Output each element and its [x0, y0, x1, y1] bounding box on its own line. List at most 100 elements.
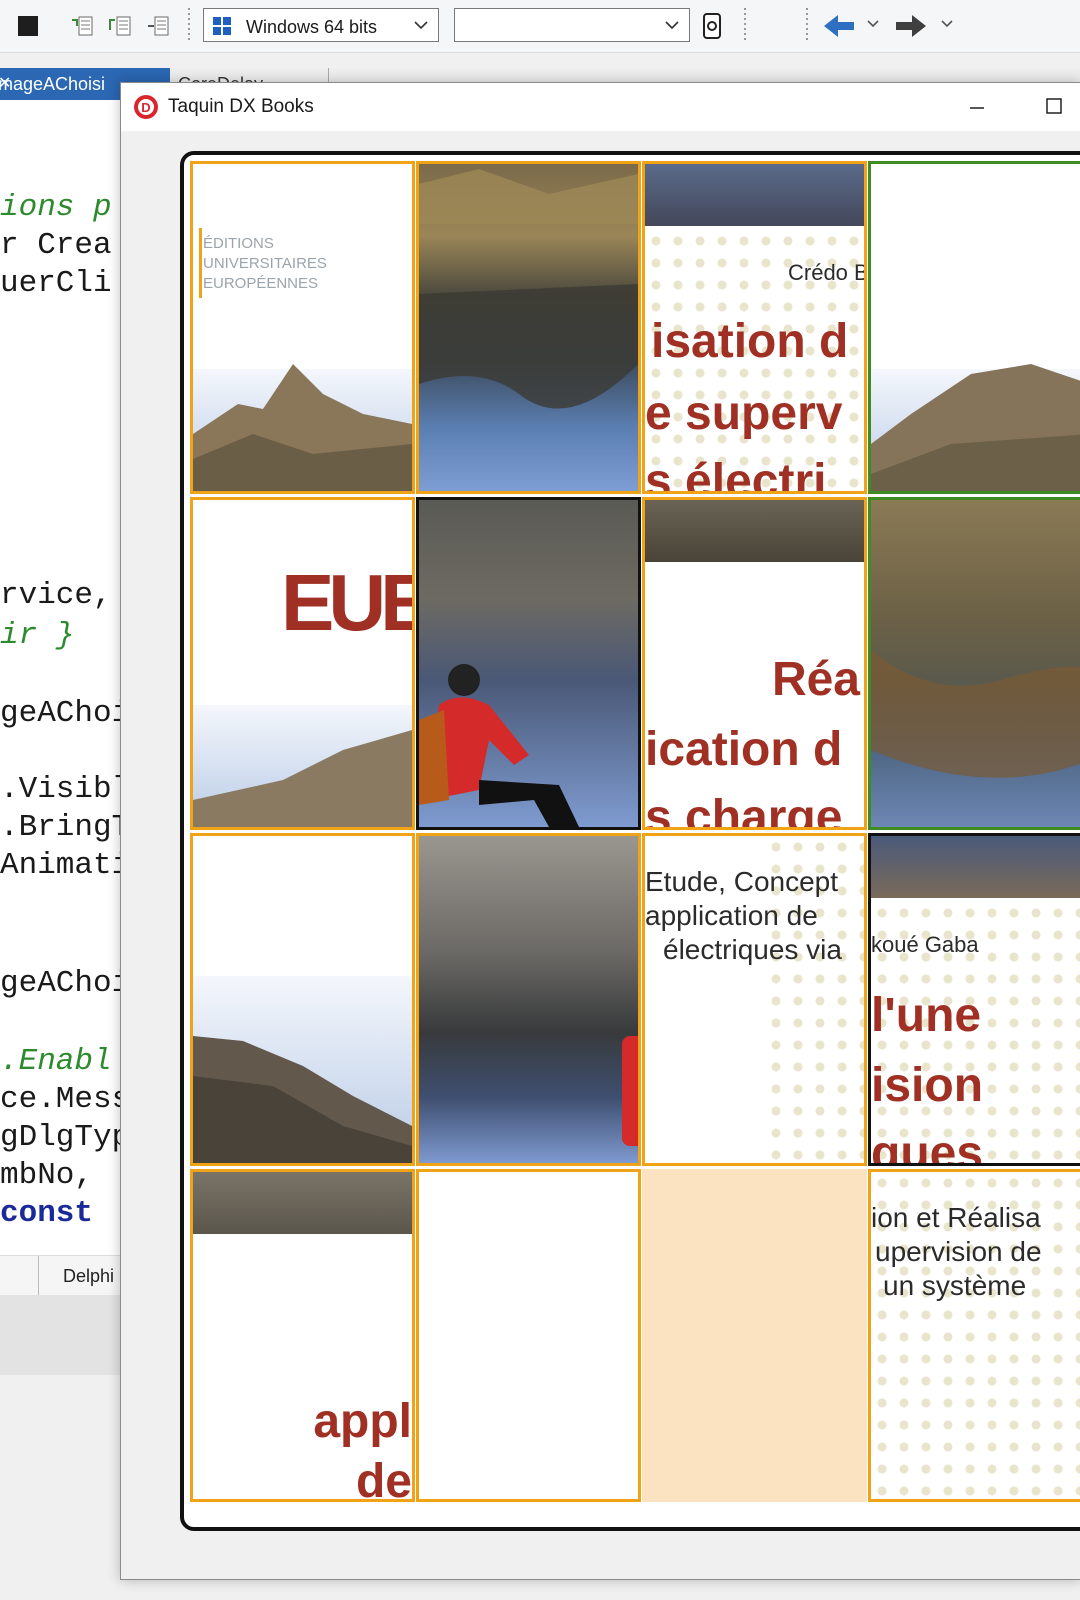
puzzle-tile[interactable]: appl de: [190, 1169, 415, 1502]
title-fragment: s charge: [645, 791, 843, 830]
step-over-icon[interactable]: [108, 14, 132, 38]
tab-label: mageAChoisi: [0, 74, 106, 94]
platform-select-value: Windows 64 bits: [246, 17, 378, 37]
mountain-slope: [871, 364, 1080, 491]
hiker-figure: [419, 664, 579, 827]
title-fragment: de: [355, 1455, 412, 1502]
puzzle-tile[interactable]: Réa ication d s charge: [642, 497, 867, 830]
code-line: Animati: [0, 848, 125, 883]
window-client-area: ÉDITIONS UNIVERSITAIRES EUROPÉENNES Créd…: [121, 131, 1080, 1579]
subtitle-fragment: électriques via: [663, 934, 842, 965]
publisher-logo: EUE: [281, 566, 415, 636]
code-line: ir }: [0, 618, 75, 653]
puzzle-tile[interactable]: koué Gaba l'une ision ques: [868, 833, 1080, 1166]
status-tab-delphi[interactable]: Delphi: [38, 1256, 114, 1296]
publisher-line: EUROPÉENNES: [203, 275, 319, 292]
author-fragment: Crédo B: [788, 260, 867, 285]
puzzle-tile[interactable]: ÉDITIONS UNIVERSITAIRES EUROPÉENNES: [190, 161, 415, 494]
code-editor[interactable]: ions p r Crea uerCli rvice, ir } geAChoi…: [0, 100, 125, 1280]
puzzle-tile[interactable]: EUE: [190, 497, 415, 830]
code-line: r Crea: [0, 228, 112, 263]
code-line: gDlgTyp: [0, 1120, 125, 1155]
ide-toolbar: Windows 64 bits: [0, 0, 1080, 53]
panel-background: [0, 1295, 125, 1375]
stop-icon[interactable]: [18, 16, 38, 36]
code-line: ce.Mess: [0, 1082, 125, 1117]
code-line: geAChoi: [0, 696, 125, 731]
rocky-shore: [193, 1036, 412, 1163]
code-line: geAChoi: [0, 966, 125, 1001]
puzzle-tile[interactable]: Etude, Concept application de électrique…: [642, 833, 867, 1166]
forward-arrow-icon[interactable]: [894, 12, 928, 40]
app-logo-letter: D: [141, 100, 150, 115]
toolbar-separator: [188, 8, 190, 42]
run-to-cursor-icon[interactable]: [146, 14, 170, 38]
title-fragment: s électri: [645, 455, 827, 494]
title-fragment: appl: [313, 1395, 412, 1448]
windows-logo-icon: [213, 17, 231, 35]
publisher-line: ÉDITIONS: [203, 235, 274, 252]
back-arrow-icon[interactable]: [822, 12, 856, 40]
minimize-button[interactable]: [957, 87, 997, 127]
app-logo-icon: D: [134, 95, 158, 119]
taquin-window: D Taquin DX Books ÉDITIONS UNIVERSITAIRE…: [120, 82, 1080, 1580]
puzzle-tile[interactable]: [416, 833, 641, 1166]
platform-select[interactable]: Windows 64 bits: [203, 8, 439, 42]
reflection: [871, 650, 1080, 778]
hiker-edge: [622, 1036, 638, 1146]
puzzle-tile[interactable]: [416, 1169, 641, 1502]
puzzle-tile[interactable]: [868, 497, 1080, 830]
code-line: mbNo,: [0, 1158, 94, 1193]
code-line: const: [0, 1196, 94, 1231]
publisher-name: ÉDITIONS UNIVERSITAIRES EUROPÉENNES: [203, 234, 327, 294]
window-title: Taquin DX Books: [168, 96, 314, 117]
subtitle-fragment: un système: [883, 1270, 1027, 1301]
code-line: rvice,: [0, 578, 112, 613]
empty-slot[interactable]: [642, 1169, 867, 1502]
logo-text: EUE: [281, 566, 415, 636]
rock-strip: [645, 500, 864, 562]
rock-strip: [871, 836, 1080, 898]
configuration-select[interactable]: [454, 8, 690, 42]
puzzle-tile[interactable]: ion et Réalisa upervision de un système: [868, 1169, 1080, 1502]
puzzle-tile[interactable]: Crédo B isation d e superv s électri: [642, 161, 867, 494]
chevron-down-icon[interactable]: [412, 16, 430, 34]
close-icon[interactable]: ✕: [0, 68, 11, 100]
lake-photo: [419, 836, 638, 1163]
editor-status-bar: Delphi: [0, 1255, 125, 1296]
chevron-down-icon[interactable]: [940, 18, 954, 30]
author-fragment: koué Gaba: [871, 932, 979, 957]
title-fragment: Réa: [771, 653, 860, 706]
title-fragment: e superv: [645, 387, 843, 440]
chevron-down-icon[interactable]: [866, 18, 880, 30]
subtitle-fragment: application de: [645, 900, 818, 931]
code-line: .Enabl: [0, 1044, 112, 1079]
reflection: [419, 169, 638, 409]
puzzle-tile[interactable]: [416, 497, 641, 830]
code-line: .Visibl: [0, 772, 125, 807]
subtitle-fragment: upervision de: [875, 1236, 1042, 1267]
puzzle-tile[interactable]: [190, 833, 415, 1166]
title-fragment: isation d: [651, 315, 849, 368]
subtitle-fragment: ion et Réalisa: [871, 1202, 1041, 1233]
window-title-bar[interactable]: D Taquin DX Books: [121, 83, 1080, 131]
chevron-down-icon[interactable]: [663, 16, 681, 34]
subtitle-fragment: Etude, Concept: [645, 866, 839, 897]
device-icon[interactable]: [700, 12, 724, 40]
puzzle-tile[interactable]: [868, 161, 1080, 494]
step-into-icon[interactable]: [70, 14, 94, 38]
toolbar-separator: [744, 8, 746, 42]
title-fragment: ques: [871, 1127, 984, 1166]
title-fragment: ication d: [645, 723, 843, 776]
maximize-button[interactable]: [1033, 87, 1073, 127]
puzzle-tile[interactable]: [416, 161, 641, 494]
rock-strip: [193, 1172, 412, 1234]
code-line: ions p: [0, 190, 112, 225]
publisher-line: UNIVERSITAIRES: [203, 255, 327, 272]
title-fragment: ision: [871, 1059, 984, 1112]
puzzle-board: ÉDITIONS UNIVERSITAIRES EUROPÉENNES Créd…: [180, 151, 1080, 1531]
title-fragment: l'une: [871, 989, 982, 1042]
code-line: .BringT: [0, 810, 125, 845]
mountain-peak: [193, 364, 412, 491]
toolbar-separator: [806, 8, 808, 42]
